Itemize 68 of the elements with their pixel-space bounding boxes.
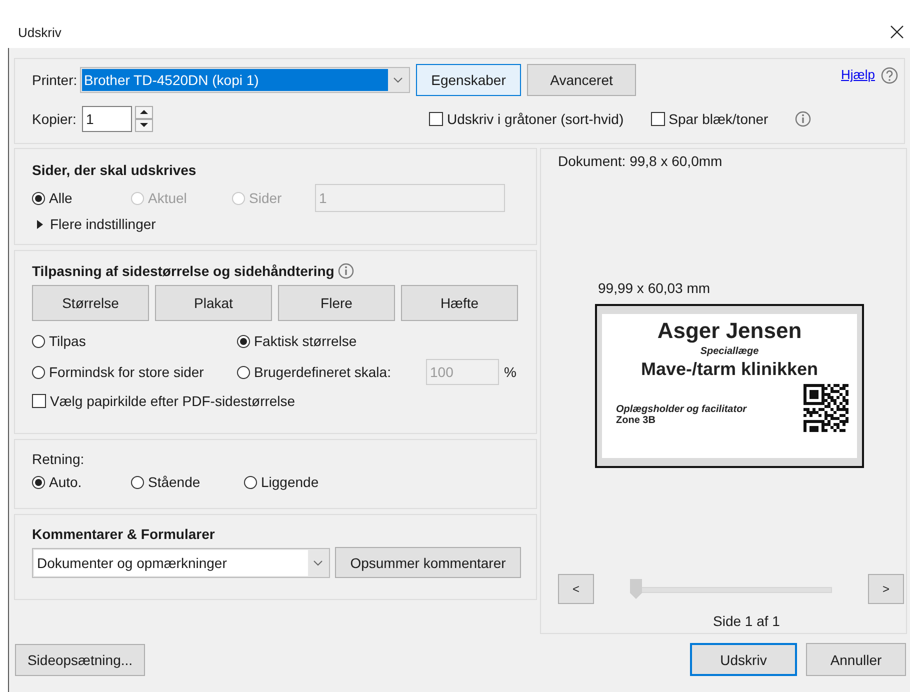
info-icon[interactable] — [795, 111, 812, 127]
info-icon[interactable] — [338, 263, 354, 279]
label-text: Speciallæge — [700, 346, 759, 357]
percent-label: % — [504, 364, 516, 380]
summarize-comments-button[interactable]: Opsummer kommentarer — [335, 547, 521, 578]
section-title: Kommentarer & Formularer — [32, 526, 216, 542]
more-settings-label[interactable]: Flere indstillinger — [50, 216, 156, 232]
mode-button[interactable]: Plakat — [155, 285, 272, 321]
print-button[interactable]: Udskriv — [690, 643, 797, 676]
document-size: Dokument: 99,8 x 60,0mm — [558, 153, 724, 169]
mode-button[interactable]: Flere — [278, 285, 395, 321]
window-title: Udskriv — [18, 24, 62, 40]
checkbox[interactable] — [650, 112, 665, 126]
radio-label: Auto. — [49, 474, 82, 490]
radio-button[interactable] — [32, 192, 45, 204]
next-page-button[interactable]: > — [868, 574, 904, 604]
radio-button[interactable] — [237, 334, 250, 348]
printer-value: Brother TD-4520DN (kopi 1) — [82, 69, 388, 91]
qr-code-icon — [802, 384, 850, 432]
previous-page-button[interactable]: < — [558, 574, 594, 604]
printer-label: Printer: — [32, 72, 78, 88]
radio-label: Brugerdefineret skala: — [254, 364, 391, 380]
advanced-button[interactable]: Avanceret — [527, 64, 636, 96]
copies-field[interactable]: 1 — [82, 106, 132, 132]
section-title: Sider, der skal udskrives — [32, 162, 198, 178]
cancel-button[interactable]: Annuller — [806, 643, 906, 676]
paper-size: 99,99 x 60,03 mm — [598, 280, 712, 296]
radio-button[interactable] — [32, 366, 45, 378]
label-text: Mave-/tarm klinikken — [640, 359, 818, 380]
checkbox-label: Udskriv i gråtoner (sort-hvid) — [447, 111, 624, 127]
radio-label: Formindsk for store sider — [49, 364, 204, 380]
mode-button[interactable]: Hæfte — [401, 285, 518, 321]
label-text: Asger Jensen — [657, 318, 802, 344]
help-link[interactable]: Hjælp — [841, 67, 875, 82]
radio-label: Sider — [249, 190, 282, 206]
printer-dropdown[interactable]: Brother TD-4520DN (kopi 1) — [80, 67, 410, 93]
page-indicator: Side 1 af 1 — [713, 613, 781, 629]
checkbox[interactable] — [429, 112, 443, 126]
checkbox-label: Spar blæk/toner — [668, 111, 768, 127]
dropdown-value: Dokumenter og opmærkninger — [34, 550, 308, 576]
section-title: Retning: — [32, 451, 86, 467]
checkbox[interactable] — [32, 394, 46, 408]
expand-arrow-icon[interactable] — [36, 220, 44, 228]
section-title: Tilpasning af sidestørrelse og sidehåndtering — [32, 263, 334, 279]
radio-button[interactable] — [131, 476, 144, 488]
copies-label: Kopier: — [32, 111, 78, 127]
radio-button[interactable] — [32, 476, 45, 488]
label-text: Zone 3B — [616, 415, 656, 426]
mode-button[interactable]: Størrelse — [32, 285, 149, 321]
label-text: Oplægsholder og facilitator — [616, 404, 747, 415]
properties-button[interactable]: Egenskaber — [416, 64, 521, 96]
help-icon[interactable] — [881, 67, 898, 84]
radio-label: Tilpas — [49, 333, 86, 349]
checkbox-label: Vælg papirkilde efter PDF-sidestørrelse — [50, 393, 296, 409]
radio-label: Alle — [49, 190, 72, 206]
radio-button[interactable] — [237, 366, 250, 378]
page-setup-button[interactable]: Sideopsætning... — [15, 644, 145, 676]
radio-label: Aktuel — [148, 190, 187, 206]
spinner-icon[interactable] — [135, 106, 153, 132]
radio-label: Faktisk størrelse — [254, 333, 357, 349]
radio-button[interactable] — [32, 334, 45, 348]
slider-thumb[interactable] — [630, 579, 642, 599]
close-icon[interactable] — [890, 25, 904, 39]
page-slider[interactable] — [630, 579, 832, 599]
radio-label: Stående — [148, 474, 200, 490]
comments-dropdown[interactable]: Dokumenter og opmærkninger — [32, 548, 330, 578]
radio-label: Liggende — [261, 474, 319, 490]
radio-button[interactable] — [244, 476, 257, 488]
